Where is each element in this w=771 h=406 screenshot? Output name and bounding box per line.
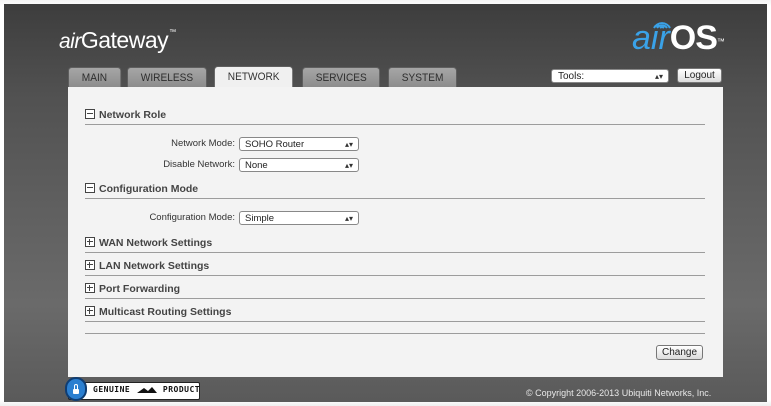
brand-trademark: ™ (169, 29, 176, 36)
expand-icon[interactable] (85, 237, 95, 248)
tab-wireless[interactable]: WIRELESS (126, 67, 207, 87)
tab-main[interactable]: MAIN (68, 67, 121, 87)
main-tabs: MAIN WIRELESS NETWORK SERVICES SYSTEM (68, 66, 464, 88)
network-mode-value: SOHO Router (245, 139, 305, 150)
section-title: WAN Network Settings (99, 237, 213, 249)
change-button[interactable]: Change (656, 345, 703, 360)
section-lan-network-settings[interactable]: LAN Network Settings (85, 260, 705, 276)
divider (85, 198, 705, 199)
section-multicast-routing-settings[interactable]: Multicast Routing Settings (85, 306, 705, 322)
tab-system[interactable]: SYSTEM (388, 67, 458, 87)
logout-button[interactable]: Logout (677, 68, 722, 83)
expand-icon[interactable] (85, 306, 95, 317)
config-mode-value: Simple (245, 213, 275, 224)
disable-network-row: Disable Network: (118, 159, 235, 170)
network-mode-select[interactable]: SOHO Router ▴▾ (239, 137, 359, 151)
section-title: Port Forwarding (99, 283, 181, 295)
tools-dropdown[interactable]: Tools: ▴▾ (551, 69, 669, 83)
section-title: Multicast Routing Settings (99, 306, 232, 318)
brand-name: Gateway (80, 27, 169, 53)
expand-icon[interactable] (85, 260, 95, 271)
config-mode-label: Configuration Mode: (149, 212, 235, 223)
section-wan-network-settings[interactable]: WAN Network Settings (85, 237, 705, 253)
divider (85, 252, 705, 253)
config-mode-row: Configuration Mode: (108, 212, 235, 223)
divider (85, 124, 705, 125)
ubiquiti-logo-icon (136, 386, 157, 393)
divider (85, 333, 705, 334)
chevron-updown-icon: ▴▾ (654, 72, 663, 81)
network-mode-row: Network Mode: (118, 138, 235, 149)
chevron-updown-icon: ▴▾ (344, 140, 353, 149)
section-title: Network Role (99, 109, 167, 121)
section-title: LAN Network Settings (99, 260, 210, 272)
expand-icon[interactable] (85, 283, 95, 294)
disable-network-select[interactable]: None ▴▾ (239, 158, 359, 172)
section-network-role[interactable]: Network Role (85, 109, 705, 125)
copyright-text: © Copyright 2006-2013 Ubiquiti Networks,… (526, 388, 712, 398)
collapse-icon[interactable] (85, 183, 95, 194)
divider (85, 298, 705, 299)
tab-network[interactable]: NETWORK (214, 66, 294, 88)
logo-air: air (632, 19, 670, 57)
section-port-forwarding[interactable]: Port Forwarding (85, 283, 705, 299)
section-title: Configuration Mode (99, 183, 199, 195)
disable-network-value: None (245, 160, 268, 171)
logo-trademark: ™ (716, 37, 725, 46)
brand-prefix: air (59, 30, 81, 53)
tab-services[interactable]: SERVICES (301, 67, 381, 87)
badge-text-right: PRODUCT (162, 385, 201, 394)
tools-dropdown-value: Tools: (558, 71, 585, 82)
chevron-updown-icon: ▴▾ (344, 214, 353, 223)
product-name: airGateway™ (59, 27, 176, 54)
airos-logo: airOS™ (632, 18, 725, 58)
lock-icon (65, 377, 87, 401)
collapse-icon[interactable] (85, 109, 95, 120)
badge-text: GENUINE PRODUCT (93, 385, 200, 394)
network-settings-panel: Network Role Network Mode: SOHO Router ▴… (68, 87, 723, 377)
disable-network-label: Disable Network: (163, 159, 235, 170)
config-mode-select[interactable]: Simple ▴▾ (239, 211, 359, 225)
badge-text-left: GENUINE (93, 385, 131, 394)
chevron-updown-icon: ▴▾ (344, 161, 353, 170)
section-configuration-mode[interactable]: Configuration Mode (85, 183, 705, 199)
genuine-product-badge: GENUINE PRODUCT (65, 377, 200, 401)
divider (85, 275, 705, 276)
divider (85, 321, 705, 322)
logo-os: OS (669, 19, 718, 57)
network-mode-label: Network Mode: (171, 138, 235, 149)
